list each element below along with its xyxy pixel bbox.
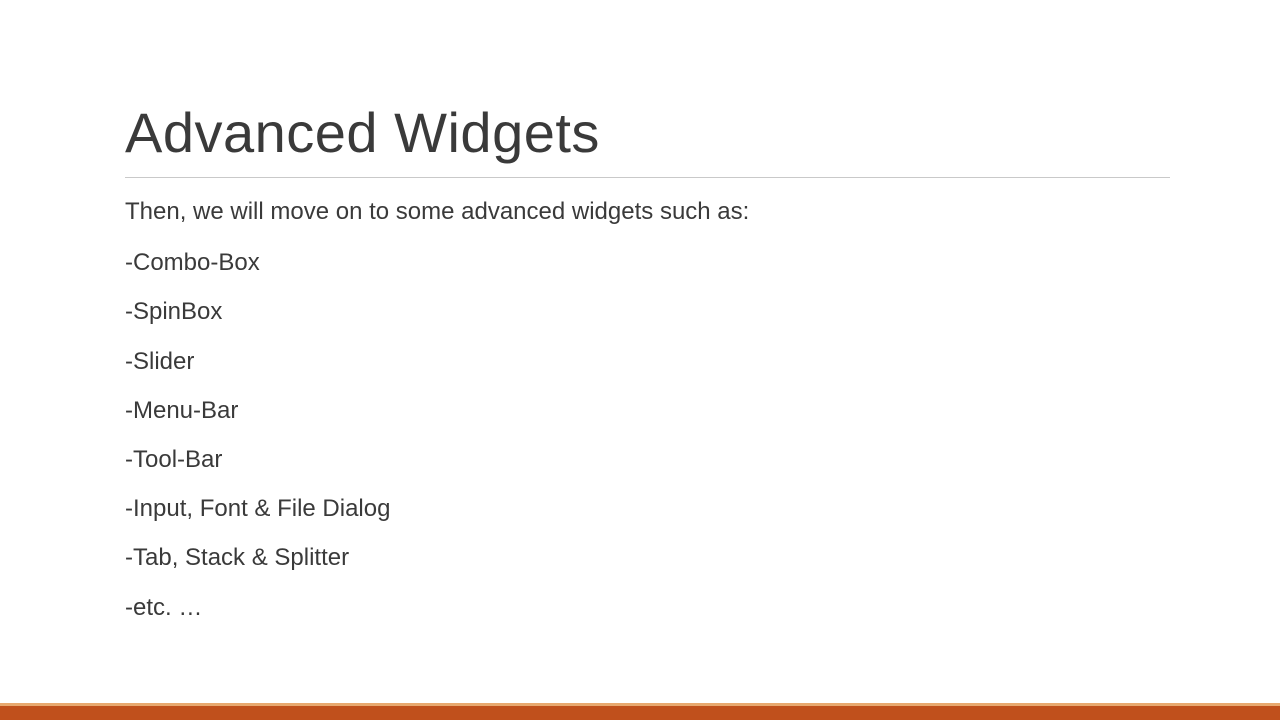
list-item: -Input, Font & File Dialog [125, 493, 1170, 524]
list-item: -Tab, Stack & Splitter [125, 542, 1170, 573]
slide-title: Advanced Widgets [125, 100, 1170, 178]
slide-content: Advanced Widgets Then, we will move on t… [0, 0, 1280, 623]
list-item: -Tool-Bar [125, 444, 1170, 475]
list-item: -SpinBox [125, 296, 1170, 327]
list-item: -Menu-Bar [125, 395, 1170, 426]
list-item: -Combo-Box [125, 247, 1170, 278]
list-item: -etc. … [125, 592, 1170, 623]
intro-text: Then, we will move on to some advanced w… [125, 196, 1170, 227]
list-item: -Slider [125, 346, 1170, 377]
widget-list: -Combo-Box -SpinBox -Slider -Menu-Bar -T… [125, 247, 1170, 623]
bottom-bar [0, 706, 1280, 720]
